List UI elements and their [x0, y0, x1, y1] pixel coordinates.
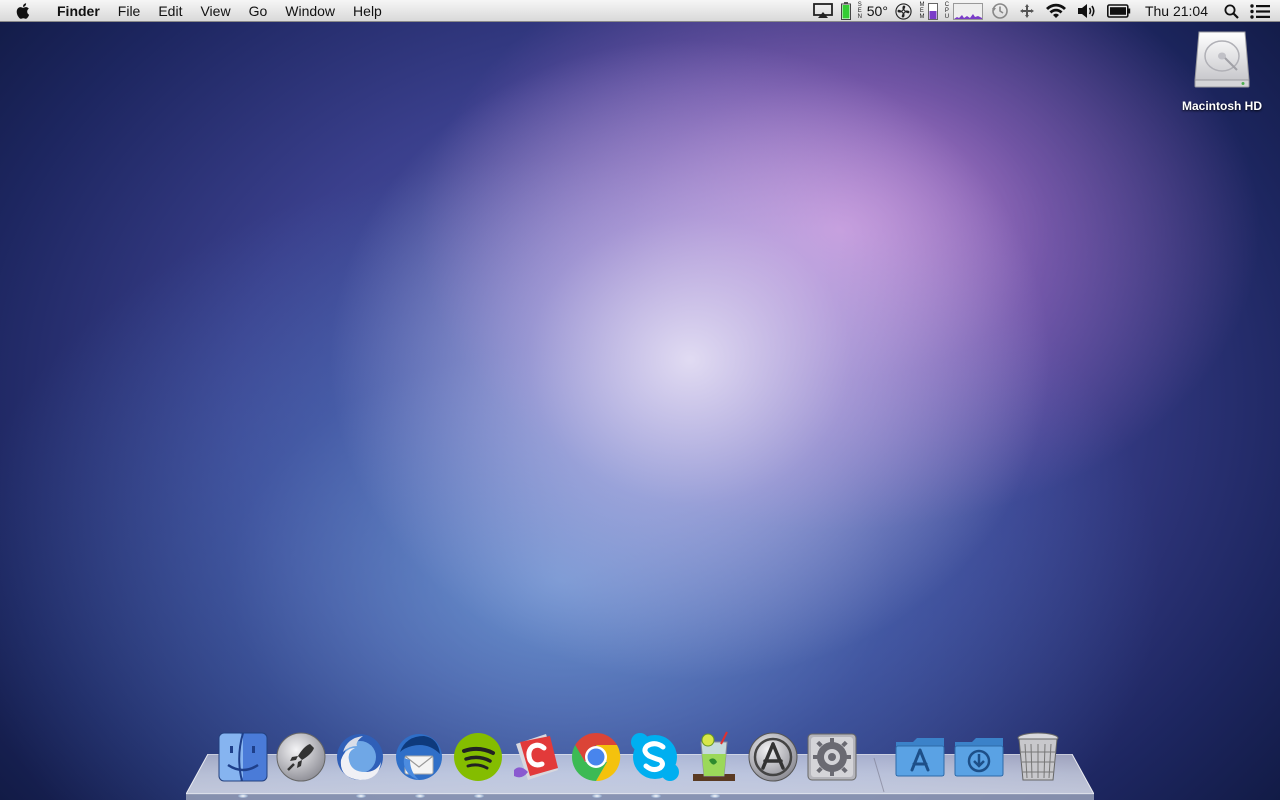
cpu-menu[interactable]: CPU	[941, 0, 986, 22]
running-indicator	[415, 794, 425, 798]
dock-chrome[interactable]	[569, 730, 623, 784]
memory-label: MEM	[919, 2, 925, 20]
menu-bar-extras: SEN 50° MEM CPU Thu 21:04	[808, 0, 1280, 22]
time-machine-menu[interactable]	[986, 0, 1014, 22]
menu-view[interactable]: View	[191, 0, 239, 22]
dock-downloads-folder[interactable]	[952, 730, 1006, 784]
time-machine-icon	[991, 3, 1008, 19]
menu-help[interactable]: Help	[344, 0, 391, 22]
dock-spotify[interactable]	[451, 730, 505, 784]
trash-icon	[1017, 732, 1059, 781]
running-indicator	[238, 794, 248, 798]
menu-app-name[interactable]: Finder	[48, 0, 109, 22]
dock-cloudapp[interactable]	[510, 730, 564, 784]
dock-finder[interactable]	[216, 730, 270, 784]
running-indicator	[651, 794, 661, 798]
dock-system-preferences[interactable]	[805, 730, 859, 784]
cloudapp-icon	[514, 734, 558, 780]
spotlight-menu[interactable]	[1217, 0, 1246, 22]
dock-mojito[interactable]	[687, 730, 741, 784]
menu-bar-left: Finder File Edit View Go Window Help	[0, 0, 391, 22]
battery-menu[interactable]	[1102, 0, 1136, 22]
dock-thunderbird[interactable]	[392, 730, 446, 784]
sensor-label: SEN	[857, 2, 862, 20]
running-indicator	[710, 794, 720, 798]
rocket-icon	[276, 732, 326, 782]
menu-go[interactable]: Go	[240, 0, 277, 22]
firefox-icon	[337, 734, 383, 780]
dock-app-store[interactable]	[746, 730, 800, 784]
battery-icon	[1106, 4, 1131, 18]
cpu-label: CPU	[944, 2, 950, 20]
wifi-icon	[1045, 3, 1066, 18]
battery-level-menu[interactable]	[838, 0, 854, 22]
apple-menu[interactable]	[0, 0, 48, 22]
notification-center-menu[interactable]	[1246, 0, 1280, 22]
dock-applications-folder[interactable]	[893, 730, 947, 784]
speaker-icon	[1077, 4, 1095, 18]
battery-vertical-icon	[840, 2, 851, 20]
menu-file[interactable]: File	[109, 0, 150, 22]
dock-launchpad[interactable]	[274, 730, 328, 784]
move-arrows-icon	[1019, 4, 1034, 18]
memory-bar-icon	[927, 2, 938, 20]
dock-skype[interactable]	[628, 730, 682, 784]
temperature-menu[interactable]: SEN 50°	[854, 0, 891, 22]
airplay-icon	[812, 3, 833, 18]
dock	[216, 730, 1066, 786]
finder-icon	[218, 732, 268, 782]
running-indicator	[474, 794, 484, 798]
running-indicator	[592, 794, 602, 798]
macintosh-hd[interactable]: Macintosh HD	[1176, 28, 1268, 113]
fan-icon	[895, 2, 912, 20]
clock-text: Thu 21:04	[1144, 3, 1208, 19]
running-indicator	[356, 794, 366, 798]
list-icon	[1250, 3, 1270, 19]
wifi-menu[interactable]	[1040, 0, 1072, 22]
macintosh-hd-label: Macintosh HD	[1181, 99, 1262, 113]
thunderbird-icon	[396, 734, 442, 780]
volume-menu[interactable]	[1072, 0, 1102, 22]
clock-menu[interactable]: Thu 21:04	[1136, 0, 1217, 22]
move-menu[interactable]	[1014, 0, 1040, 22]
dock-firefox[interactable]	[333, 730, 387, 784]
airplay-menu[interactable]	[808, 0, 838, 22]
spotify-icon	[454, 733, 502, 781]
apple-logo-icon	[16, 2, 30, 19]
menu-bar: Finder File Edit View Go Window Help SEN…	[0, 0, 1280, 22]
skype-icon	[631, 733, 679, 781]
menu-edit[interactable]: Edit	[149, 0, 191, 22]
gear-icon	[807, 733, 857, 781]
menu-window[interactable]: Window	[276, 0, 344, 22]
fan-menu[interactable]	[891, 0, 916, 22]
cocktail-glass-icon	[693, 731, 735, 781]
search-icon	[1224, 4, 1239, 19]
temperature-readout: 50°	[866, 3, 888, 19]
cpu-graph-icon	[952, 2, 983, 20]
desktop[interactable]: Finder File Edit View Go Window Help SEN…	[0, 0, 1280, 800]
downloads-folder-icon	[954, 738, 1004, 777]
app-store-icon	[748, 732, 798, 782]
chrome-icon	[571, 732, 621, 782]
memory-menu[interactable]: MEM	[916, 0, 941, 22]
dock-trash[interactable]	[1011, 730, 1065, 784]
applications-folder-icon	[895, 738, 945, 777]
hard-drive-icon	[1194, 31, 1250, 88]
